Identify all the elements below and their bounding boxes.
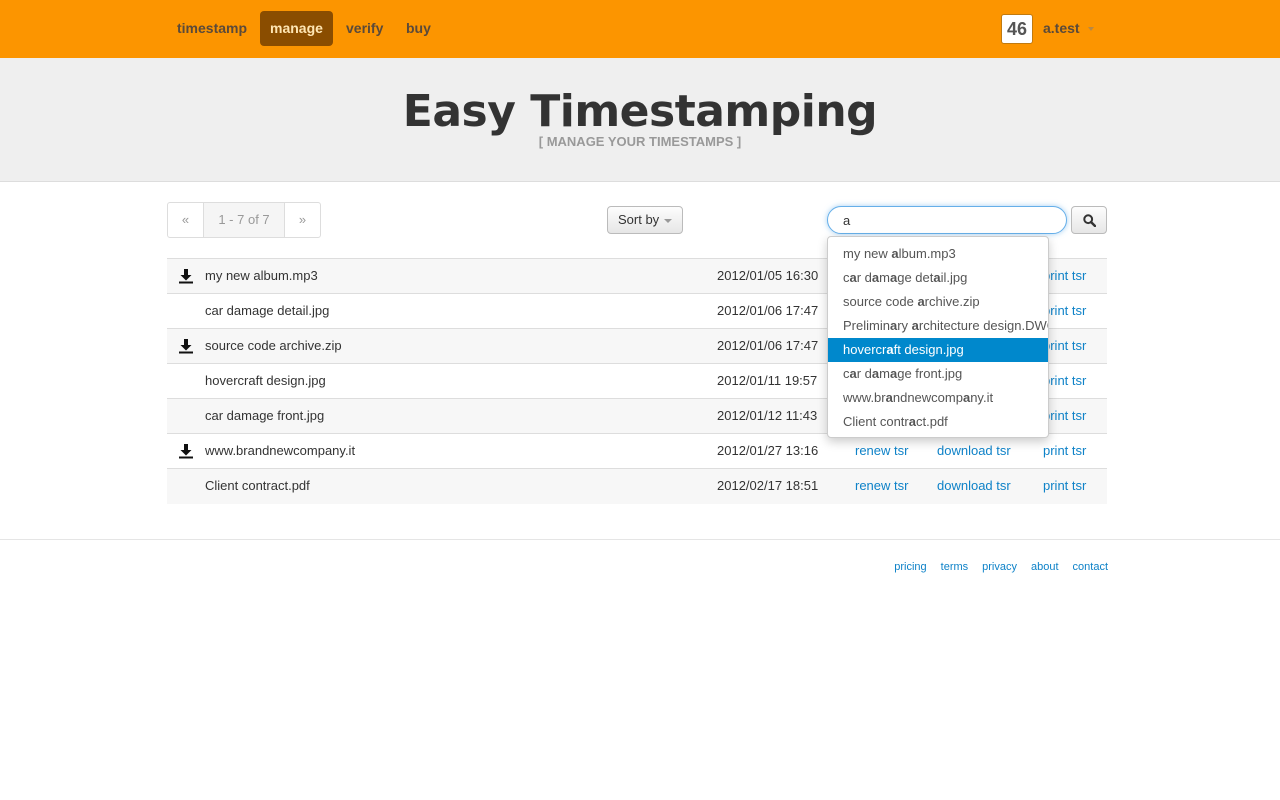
pagination: « 1 - 7 of 7 »: [167, 202, 321, 238]
page-title: Easy Timestamping: [402, 86, 878, 137]
footer-link-terms[interactable]: terms: [941, 561, 969, 573]
timestamp-count-badge: 46: [1001, 14, 1033, 44]
search-suggestion-item[interactable]: source code archive.zip: [828, 290, 1048, 314]
chevron-down-icon: [664, 219, 672, 223]
pagination-range: 1 - 7 of 7: [204, 203, 285, 237]
nav-manage[interactable]: manage: [260, 11, 333, 46]
search-suggestion-item[interactable]: Preliminary architecture design.DWG: [828, 314, 1048, 338]
print-tsr-link[interactable]: print tsr: [1043, 434, 1086, 468]
file-name: my new album.mp3: [205, 268, 318, 283]
search-suggestions-dropdown: my new album.mp3 car damage detail.jpg sou…: [827, 236, 1049, 438]
search-button[interactable]: [1071, 206, 1107, 234]
page-subtitle: [ MANAGE YOUR TIMESTAMPS ]: [538, 134, 742, 149]
user-menu[interactable]: a.test: [1043, 20, 1080, 36]
footer-link-contact[interactable]: contact: [1073, 561, 1108, 573]
footer-link-privacy[interactable]: privacy: [982, 561, 1017, 573]
footer-link-about[interactable]: about: [1031, 561, 1059, 573]
search-suggestion-item[interactable]: hovercraft design.jpg: [828, 338, 1048, 362]
search-input[interactable]: [827, 206, 1067, 234]
timestamp-date: 2012/01/06 17:47: [717, 303, 819, 318]
sort-by-label: Sort by: [618, 212, 660, 227]
print-tsr-link[interactable]: print tsr: [1043, 399, 1086, 433]
top-navbar: timestamp manage verify buy 46 a.test: [0, 0, 1280, 58]
timestamp-date: 2012/01/06 17:47: [717, 338, 819, 353]
renew-tsr-link[interactable]: renew tsr: [855, 434, 908, 468]
download-icon[interactable]: [178, 338, 194, 354]
file-name: Client contract.pdf: [205, 478, 310, 493]
timestamp-date: 2012/01/11 19:57: [717, 373, 818, 388]
print-tsr-link[interactable]: print tsr: [1043, 364, 1086, 398]
timestamp-date: 2012/02/17 18:51: [717, 478, 819, 493]
renew-tsr-link[interactable]: renew tsr: [855, 469, 908, 503]
file-name: car damage front.jpg: [205, 408, 325, 423]
sort-by-button[interactable]: Sort by: [607, 206, 683, 234]
timestamp-date: 2012/01/05 16:30: [717, 268, 819, 283]
search-suggestion-item[interactable]: my new album.mp3: [828, 242, 1048, 266]
search-suggestion-item[interactable]: www.brandnewcompany.it: [828, 386, 1048, 410]
download-tsr-link[interactable]: download tsr: [937, 469, 1011, 503]
print-tsr-link[interactable]: print tsr: [1043, 469, 1086, 503]
print-tsr-link[interactable]: print tsr: [1043, 329, 1086, 363]
file-name: www.brandnewcompany.it: [205, 443, 356, 458]
print-tsr-link[interactable]: print tsr: [1043, 294, 1086, 328]
download-icon[interactable]: [178, 443, 194, 459]
search-suggestion-item[interactable]: car damage front.jpg: [828, 362, 1048, 386]
file-name: hovercraft design.jpg: [205, 373, 326, 388]
search-suggestion-item[interactable]: Client contract.pdf: [828, 410, 1048, 434]
table-row: www.brandnewcompany.it 2012/01/27 13:16 re…: [167, 434, 1107, 469]
footer-links: pricing terms privacy about contact: [880, 561, 1108, 573]
pagination-next-button[interactable]: »: [285, 203, 320, 237]
timestamp-date: 2012/01/12 11:43: [717, 408, 818, 423]
hero-banner: Easy Timestamping [ MANAGE YOUR TIMESTAM…: [0, 58, 1280, 182]
footer-link-pricing[interactable]: pricing: [894, 561, 926, 573]
nav-verify[interactable]: verify: [336, 11, 393, 46]
file-name: source code archive.zip: [205, 338, 342, 353]
pagination-prev-button[interactable]: «: [168, 203, 204, 237]
file-name: car damage detail.jpg: [205, 303, 330, 318]
nav-timestamp[interactable]: timestamp: [167, 11, 257, 46]
user-menu-caret-icon[interactable]: [1088, 27, 1094, 31]
timestamp-date: 2012/01/27 13:16: [717, 443, 819, 458]
search-suggestion-item[interactable]: car damage detail.jpg: [828, 266, 1048, 290]
nav-buy[interactable]: buy: [396, 11, 441, 46]
table-row: Client contract.pdf 2012/02/17 18:51 renew…: [167, 469, 1107, 504]
footer-divider: [0, 539, 1280, 540]
search-icon: [1083, 214, 1096, 227]
download-icon[interactable]: [178, 268, 194, 284]
print-tsr-link[interactable]: print tsr: [1043, 259, 1086, 293]
download-tsr-link[interactable]: download tsr: [937, 434, 1011, 468]
